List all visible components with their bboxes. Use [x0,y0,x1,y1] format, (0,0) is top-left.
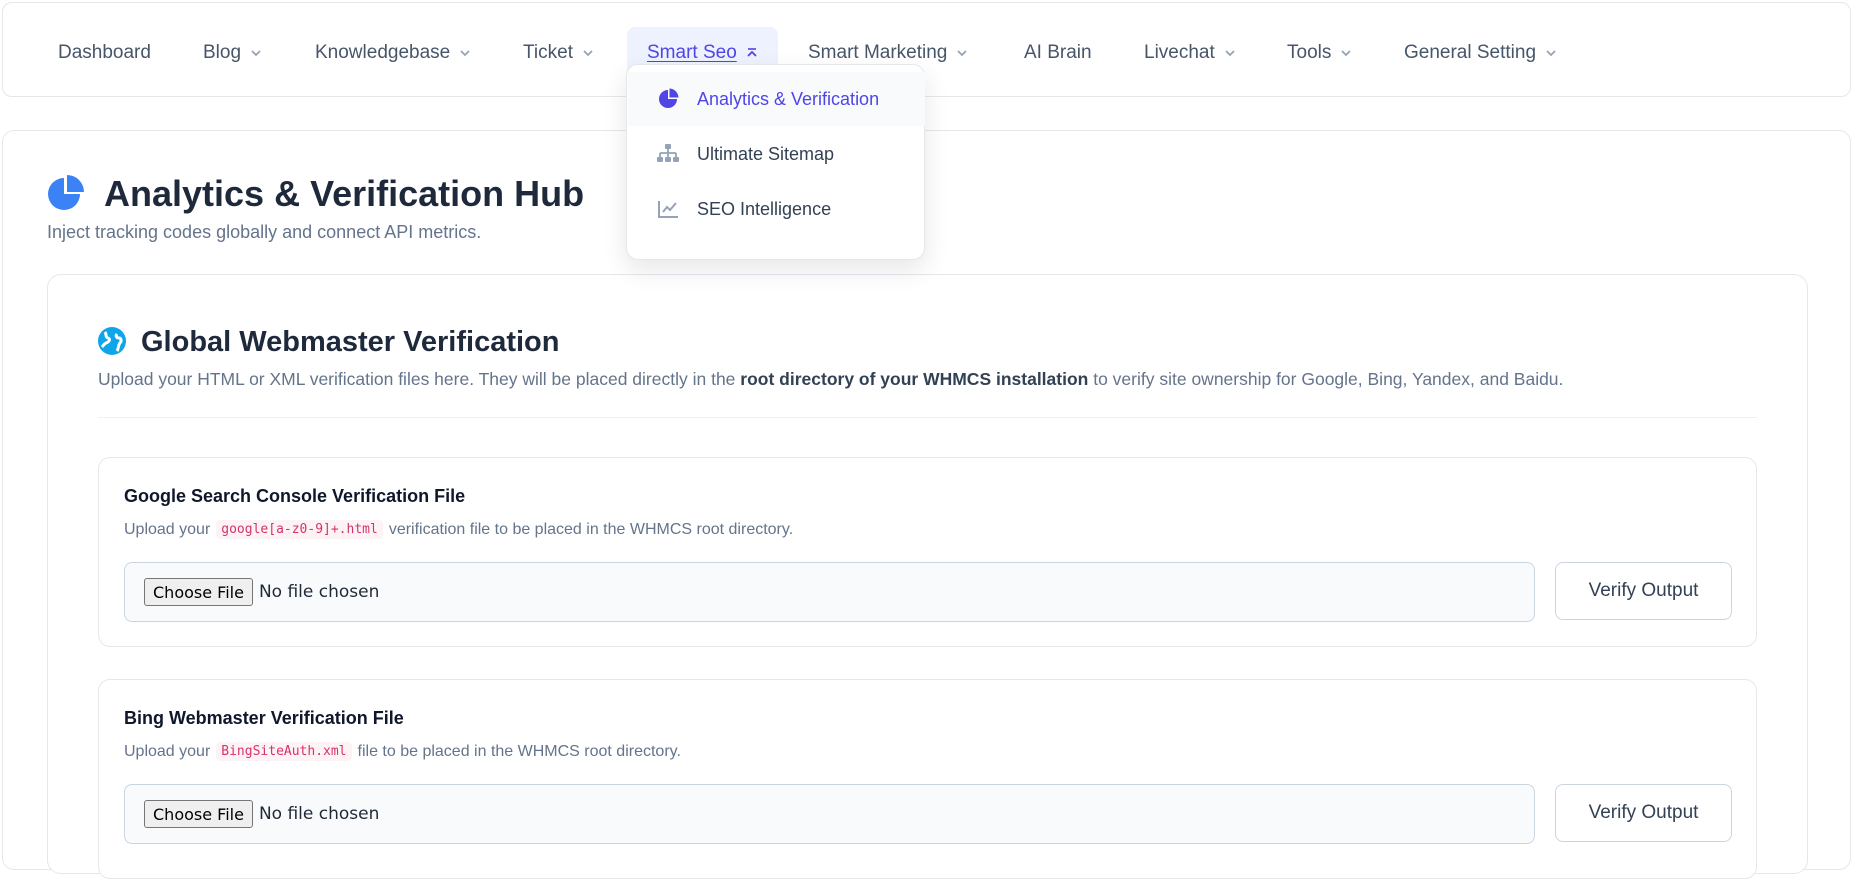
section-description-bold: root directory of your WHMCS installatio… [740,369,1089,389]
google-verification-card: Google Search Console Verification File … [98,457,1757,647]
file-pattern-code: google[a-z0-9]+.html [216,520,383,539]
line-chart-icon [656,197,680,221]
verify-output-button[interactable]: Verify Output [1555,562,1732,620]
chevron-down-icon [583,50,593,57]
nav-item-livechat[interactable]: Livechat [1144,27,1236,79]
nav-item-ticket[interactable]: Ticket [523,27,594,79]
dropdown-item-label: Analytics & Verification [697,88,880,109]
pie-chart-icon [48,175,84,210]
smart-seo-dropdown-menu: Analytics & Verification Ultimate Sitema… [626,64,925,260]
nav-item-label: Livechat [1144,42,1215,63]
chevron-up-icon [747,48,757,57]
nav-item-tools[interactable]: Tools [1287,27,1352,79]
bing-file-input[interactable]: Choose File No file chosen [124,784,1535,844]
bing-verification-card: Bing Webmaster Verification File Upload … [98,679,1757,879]
choose-file-button[interactable]: Choose File [144,800,253,828]
nav-item-label: Tools [1287,42,1332,63]
nav-item-label: Ticket [523,42,573,63]
verify-output-button[interactable]: Verify Output [1555,784,1732,842]
file-card-title: Bing Webmaster Verification File [124,708,404,728]
nav-item-label: Blog [203,42,242,63]
chevron-down-icon [1341,50,1351,57]
divider [98,417,1757,418]
sitemap-icon [656,142,680,166]
nav-item-label: General Setting [1404,42,1537,63]
file-card-description-text: file to be placed in the WHMCS root dire… [357,742,681,760]
page-title: Analytics & Verification Hub [104,173,585,214]
globe-icon [98,327,126,355]
section-description-text: Upload your HTML or XML verification fil… [98,369,741,389]
chevron-down-icon [957,50,968,57]
dropdown-item-label: SEO Intelligence [697,198,832,219]
file-card-title: Google Search Console Verification File [124,486,466,506]
section-description-text: to verify site ownership for Google, Bin… [1088,369,1564,389]
section-title: Global Webmaster Verification [141,326,560,358]
nav-item-label: Smart Seo [647,42,737,63]
chevron-down-icon [251,50,261,57]
page-subtitle: Inject tracking codes globally and conne… [47,222,482,242]
choose-file-button[interactable]: Choose File [144,578,253,606]
file-card-description-text: Upload your [124,742,211,760]
nav-item-dashboard[interactable]: Dashboard [58,27,151,79]
file-pattern-code: BingSiteAuth.xml [216,742,352,761]
dropdown-item-label: Ultimate Sitemap [697,143,835,164]
dropdown-item-seo-intelligence[interactable]: SEO Intelligence [628,182,925,236]
dropdown-item-ultimate-sitemap[interactable]: Ultimate Sitemap [628,127,925,181]
nav-item-label: Dashboard [58,42,151,63]
chevron-down-icon [460,50,470,57]
nav-item-label: Smart Marketing [808,42,948,63]
file-card-description-text: Upload your [124,520,211,538]
dropdown-item-analytics-verification[interactable]: Analytics & Verification [628,72,925,126]
file-status-text: No file chosen [258,804,380,824]
nav-item-knowledgebase[interactable]: Knowledgebase [315,27,471,79]
file-card-description-text: verification file to be placed in the WH… [388,520,794,538]
nav-item-general-setting[interactable]: General Setting [1404,27,1557,79]
file-card-description: Upload your BingSiteAuth.xml file to be … [124,742,681,761]
pie-chart-icon [656,87,680,111]
file-card-description: Upload your google[a-z0-9]+.html verific… [124,520,793,539]
nav-item-ai-brain[interactable]: AI Brain [1024,27,1092,79]
top-navigation: Dashboard Blog Knowledgebase Ticket Smar… [2,2,1851,97]
chevron-down-icon [1546,50,1556,57]
section-description: Upload your HTML or XML verification fil… [98,369,1563,390]
nav-item-label: AI Brain [1024,42,1092,63]
nav-item-blog[interactable]: Blog [203,27,262,79]
chevron-down-icon [1225,50,1235,57]
google-file-input[interactable]: Choose File No file chosen [124,562,1535,622]
nav-item-label: Knowledgebase [315,42,451,63]
file-status-text: No file chosen [258,582,380,602]
